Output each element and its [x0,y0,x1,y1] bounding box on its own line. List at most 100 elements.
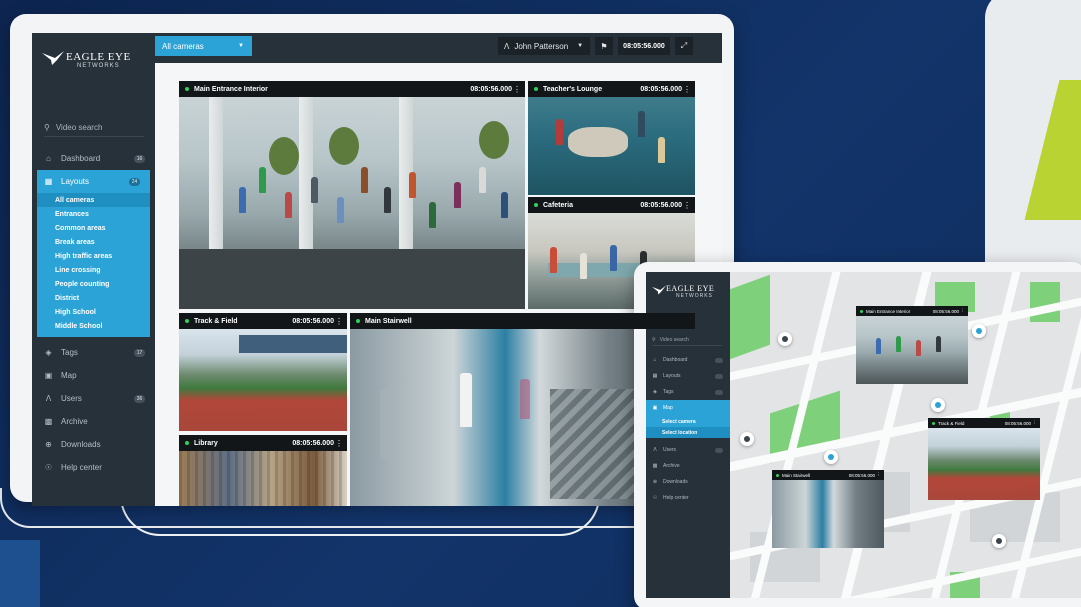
sidebar-item-label: Users [663,447,677,453]
home-icon: ⌂ [653,357,657,363]
camera-feed [528,97,695,195]
live-indicator [356,319,360,323]
sidebar-item-help-center[interactable]: ☉ Help center [646,490,730,506]
sidebar-item-label: Archive [663,463,680,469]
home-icon: ⌂ [46,154,51,163]
layout-item-common-areas[interactable]: Common areas [37,221,150,235]
map-item-select-location[interactable]: Select location [646,427,730,438]
layout-item-middle-school[interactable]: Middle School [37,319,150,333]
sidebar-item-downloads[interactable]: ⊕ Downloads [646,474,730,490]
sidebar-item-help-center[interactable]: ☉ Help center [32,456,155,479]
layout-item-line-crossing[interactable]: Line crossing [37,263,150,277]
camera-title: Main Stairwell [782,472,811,478]
map-pin-icon[interactable] [992,534,1006,548]
user-menu-button[interactable]: Λ John Patterson ▼ [498,37,590,55]
camera-time: 08:05:56.000 [1004,420,1031,426]
more-icon[interactable]: ⋮ [513,85,521,94]
more-icon[interactable]: ⋮ [1033,420,1038,426]
camera-tile-main-entrance[interactable]: Main Entrance Interior 08:05:56.000 ⋮ [179,81,525,309]
sidebar-item-layouts[interactable]: ▦ Layouts 24 [37,170,150,193]
camera-time: 08:05:56.000 [470,85,512,93]
sidebar: EAGLE EYE NETWORKS ⚲ Video search ⌂ Dash… [32,33,155,506]
layout-item-district[interactable]: District [37,291,150,305]
fullscreen-button[interactable]: ⤢ [675,37,693,55]
map-pin-icon[interactable] [972,324,986,338]
count-badge [715,389,723,395]
camera-tile-header: Main Entrance Interior 08:05:56.000 ⋮ [179,81,525,97]
sidebar-item-downloads[interactable]: ⊕ Downloads [32,433,155,456]
map-pin-icon[interactable] [824,450,838,464]
brand-subtitle: NETWORKS [77,63,120,69]
video-search[interactable]: ⚲ Video search [44,119,144,137]
sidebar-item-label: Tags [61,348,78,357]
grid-icon: ▦ [652,373,658,379]
search-icon: ⚲ [652,336,656,343]
camera-feed [856,316,968,384]
more-icon[interactable]: ⋮ [961,308,966,314]
sidebar-item-users[interactable]: Λ Users 36 [32,387,155,410]
layout-item-high-traffic-areas[interactable]: High traffic areas [37,249,150,263]
time-display[interactable]: 08:05:56.000 [618,37,670,55]
live-indicator [534,203,538,207]
sidebar-item-map[interactable]: ▣ Map [32,364,155,387]
layout-item-break-areas[interactable]: Break areas [37,235,150,249]
sidebar-item-label: Downloads [663,479,688,485]
sidebar-item-users[interactable]: Λ Users [646,442,730,458]
sidebar-item-layouts[interactable]: ▦ Layouts [646,368,730,384]
camera-feed [179,97,525,309]
camera-feed [928,428,1040,500]
sidebar-item-map[interactable]: ▣ Map [646,400,730,416]
map-icon: ▣ [652,405,658,411]
flag-button[interactable]: ⚑ [595,37,613,55]
layout-select[interactable]: All cameras ▼ [155,36,252,56]
tablet-nav: ⌂ Dashboard ▦ Layouts ◈ Tags ▣ Map Select ca… [646,352,730,506]
desktop-screen: EAGLE EYE NETWORKS ⚲ Video search ⌂ Dash… [32,33,722,506]
user-icon: Λ [45,394,52,403]
archive-icon: ▩ [652,463,658,469]
map-view[interactable]: Main Entrance Interior 08:05:56.000 ⋮ Tr… [730,272,1081,598]
camera-tile-header: Track & Field 08:05:56.000 ⋮ [928,418,1040,428]
map-pin-icon[interactable] [778,332,792,346]
map-item-select-camera[interactable]: Select camera [646,416,730,427]
camera-tile-teachers-lounge[interactable]: Teacher's Lounge 08:05:56.000 ⋮ [528,81,695,195]
more-icon[interactable]: ⋮ [877,472,882,478]
map-pin-icon[interactable] [740,432,754,446]
sidebar-item-label: Downloads [61,440,101,449]
sidebar-item-tags[interactable]: ◈ Tags [646,384,730,400]
camera-time: 08:05:56.000 [848,472,875,478]
live-indicator [534,87,538,91]
tablet-device: EAGLE EYE NETWORKS ⚲ Video search ⌂ Dashb… [634,262,1081,607]
more-icon[interactable]: ⋮ [683,85,691,94]
top-bar: All cameras ▼ Λ John Patterson ▼ ⚑ 08:05… [155,33,722,63]
map-camera-main-stairwell[interactable]: Main Stairwell 08:05:56.000 ⋮ [772,470,884,548]
camera-tile-library[interactable]: Library 08:05:56.000 ⋮ [179,435,347,506]
more-icon[interactable]: ⋮ [335,317,343,326]
video-search[interactable]: ⚲ Video search [652,334,722,346]
sidebar-item-dashboard[interactable]: ⌂ Dashboard 16 [32,147,155,170]
live-indicator [932,421,935,425]
sidebar-item-label: Layouts [663,373,681,379]
sidebar-item-tags[interactable]: ◈ Tags 17 [32,341,155,364]
camera-tile-track-field[interactable]: Track & Field 08:05:56.000 ⋮ [179,313,347,431]
more-icon[interactable]: ⋮ [683,201,691,210]
layout-item-people-counting[interactable]: People counting [37,277,150,291]
sidebar-item-label: Users [61,394,82,403]
map-camera-track-field[interactable]: Track & Field 08:05:56.000 ⋮ [928,418,1040,500]
layout-item-high-school[interactable]: High School [37,305,150,319]
camera-tile-header: Teacher's Lounge 08:05:56.000 ⋮ [528,81,695,97]
sidebar-item-archive[interactable]: ▩ Archive [32,410,155,433]
layout-item-all-cameras[interactable]: All cameras [37,193,150,207]
more-icon[interactable]: ⋮ [335,439,343,448]
layout-item-entrances[interactable]: Entrances [37,207,150,221]
map-pin-icon[interactable] [931,398,945,412]
sidebar-item-label: Tags [663,389,674,395]
sidebar-item-archive[interactable]: ▩ Archive [646,458,730,474]
live-indicator [860,309,863,313]
sidebar-item-dashboard[interactable]: ⌂ Dashboard [646,352,730,368]
map-camera-main-entrance[interactable]: Main Entrance Interior 08:05:56.000 ⋮ [856,306,968,384]
user-icon: Λ [504,41,510,51]
search-icon: ⚲ [44,123,50,132]
count-badge [715,357,723,363]
map-submenu: Select camera Select location [646,416,730,438]
camera-tile-header: Track & Field 08:05:56.000 ⋮ [179,313,347,329]
